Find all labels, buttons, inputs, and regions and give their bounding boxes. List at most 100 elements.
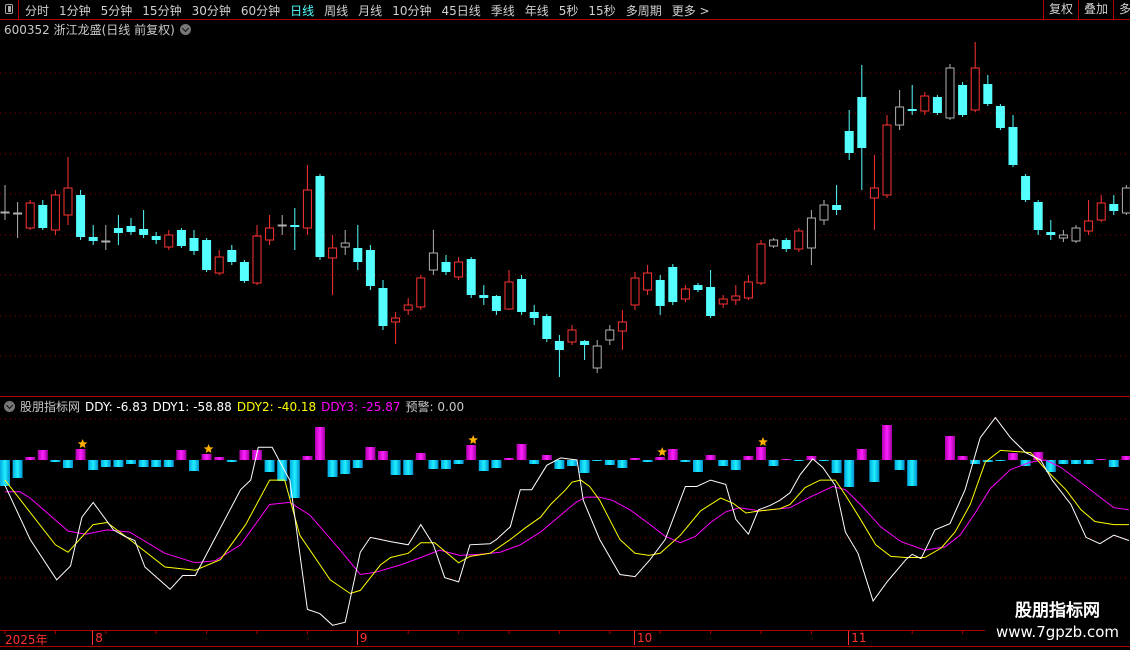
hist-bar-down <box>567 460 577 466</box>
candle-up <box>302 189 312 229</box>
hist-bar-up <box>806 456 817 460</box>
hist-bar-up <box>756 447 766 460</box>
candle-up <box>50 194 60 231</box>
hist-bar-down <box>113 460 124 467</box>
candle-up <box>869 187 879 199</box>
candle-flat <box>101 240 111 243</box>
hist-bar-up <box>176 450 187 460</box>
candle-flat <box>592 345 602 369</box>
candle-down <box>353 248 363 262</box>
candle-up <box>25 202 35 229</box>
hist-bar-down <box>1058 460 1069 464</box>
candle-up <box>718 298 728 305</box>
candle-up <box>504 281 514 310</box>
candle-flat <box>277 224 287 227</box>
hist-bar-down <box>844 460 855 487</box>
candle-up <box>416 277 426 308</box>
hist-bar-down <box>428 460 439 469</box>
hist-bar-down <box>352 460 363 468</box>
chevron-down-icon[interactable] <box>4 401 15 412</box>
hist-bar-down <box>163 460 174 467</box>
hist-bar-down <box>894 460 905 470</box>
hist-bar-down <box>693 460 703 472</box>
candle-down <box>529 312 539 318</box>
candle-down <box>378 288 388 326</box>
hist-bar-up <box>239 450 250 460</box>
candle-down <box>479 295 489 298</box>
hist-bar-down <box>592 460 603 461</box>
candle-flat <box>895 106 905 126</box>
candle-up <box>328 247 338 259</box>
candle-down <box>227 250 237 262</box>
candle-down <box>580 341 590 345</box>
candle-down <box>202 240 212 270</box>
candle-down <box>315 176 325 257</box>
candle-down <box>554 341 564 350</box>
date-axis-bottom-line <box>0 646 1130 647</box>
candle-down <box>983 84 993 104</box>
hist-bar-up <box>315 427 325 460</box>
hist-bar-down <box>0 460 10 486</box>
hist-bar-down <box>63 460 73 468</box>
indicator-header: 股朋指标网 DDY: -6.83 DDY1: -58.88 DDY2: -40.… <box>4 398 464 415</box>
hist-bar-down <box>126 460 136 464</box>
hist-bar-down <box>390 460 401 475</box>
candle-down <box>1021 176 1031 200</box>
candle-up <box>756 243 766 284</box>
hist-bar-down <box>226 460 237 462</box>
candle-up <box>920 95 930 112</box>
hist-bar-down <box>793 460 804 461</box>
candle-down <box>668 267 678 302</box>
candle-down <box>907 109 917 111</box>
star-icon <box>203 444 214 453</box>
hist-bar-down <box>1045 460 1056 472</box>
hist-bar-down <box>617 460 628 468</box>
watermark: 股朋指标网 www.7gpzb.com <box>985 600 1130 646</box>
hist-bar-down <box>403 460 414 475</box>
hist-bar-down <box>995 460 1006 461</box>
candle-flat <box>605 329 615 341</box>
hist-bar-down <box>441 460 451 469</box>
candle-down <box>844 131 854 153</box>
candle-down <box>1109 204 1119 211</box>
star-icon <box>468 435 478 444</box>
hist-bar-down <box>340 460 351 474</box>
star-icon <box>758 437 768 446</box>
candle-down <box>239 262 249 281</box>
watermark-url: www.7gpzb.com <box>996 623 1119 641</box>
candle-down <box>126 226 136 232</box>
year-label: 2025年 <box>5 633 48 647</box>
candle-down <box>365 250 375 286</box>
hist-bar-down <box>100 460 111 467</box>
candle-up <box>214 256 224 274</box>
hist-bar-up <box>415 453 426 460</box>
candle-down <box>857 97 867 148</box>
candle-down <box>88 237 98 241</box>
hist-bar-up <box>214 457 225 460</box>
hist-bar-up <box>25 457 36 460</box>
hist-bar-down <box>264 460 275 472</box>
candle-down <box>781 240 791 249</box>
hist-bar-down <box>1083 460 1094 464</box>
candle-down <box>76 195 86 237</box>
candle-down <box>693 285 703 290</box>
candle-flat <box>769 239 779 247</box>
hist-bar-down <box>907 460 918 486</box>
candle-flat <box>806 217 816 249</box>
star-icon <box>657 447 667 456</box>
candle-up <box>743 281 753 299</box>
month-label: 8 <box>92 631 103 645</box>
candle-down <box>491 296 501 311</box>
hist-bar-up <box>667 449 678 460</box>
hist-bar-up <box>504 458 514 460</box>
ddy3-value: DDY3: -25.87 <box>321 399 401 414</box>
candle-down <box>1046 232 1056 235</box>
candle-up <box>567 329 577 343</box>
candle-up <box>617 321 627 332</box>
candle-flat <box>819 204 829 221</box>
hist-bar-down <box>50 460 61 462</box>
candle-down <box>38 205 48 228</box>
candle-down <box>290 225 300 227</box>
candle-up <box>164 234 174 248</box>
candle-down <box>151 236 161 240</box>
